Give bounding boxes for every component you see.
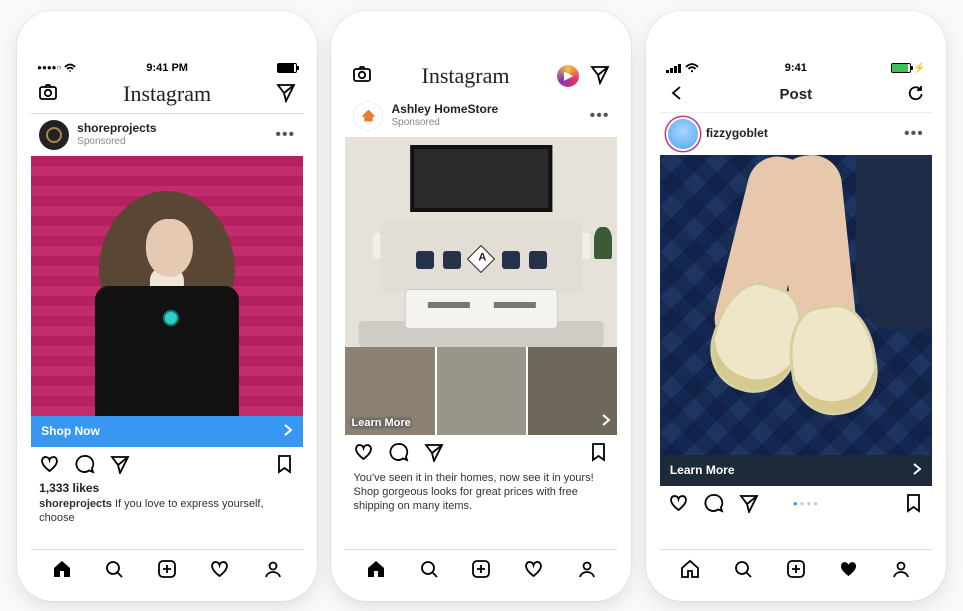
igtv-icon[interactable]: ▶ [557,65,579,87]
phone-1: ●●●●○ 9:41 PM Instagram shoreprojects Sp… [17,11,317,601]
more-options-icon[interactable]: ••• [275,126,295,144]
status-bar: ●●●●○ 9:41 PM [31,61,303,77]
sponsored-label: Sponsored [77,136,156,147]
comment-icon[interactable] [703,492,724,516]
share-icon[interactable] [109,453,130,477]
cta-button[interactable]: Shop Now [31,416,303,447]
bookmark-icon[interactable] [903,492,924,516]
bookmark-icon[interactable] [274,453,295,477]
tab-create[interactable] [785,558,807,583]
tab-home[interactable] [51,558,73,583]
signal-icon [666,64,681,73]
app-header: Instagram [31,77,303,114]
overlay-cta[interactable]: Learn More [351,417,410,429]
post-media[interactable] [31,156,303,416]
battery-icon [277,63,297,73]
tab-create[interactable] [470,558,492,583]
post-caption: You've seen it in their homes, now see i… [345,469,617,516]
like-icon[interactable] [39,453,60,477]
cta-label: Shop Now [41,424,100,438]
tab-home[interactable] [679,558,701,583]
carousel-indicator: ●●●● [793,499,820,508]
send-icon[interactable] [275,81,297,106]
charging-icon: ⚡ [913,63,925,74]
cta-button[interactable]: Learn More [660,455,932,486]
more-options-icon[interactable]: ••• [904,125,924,143]
username[interactable]: Ashley HomeStore [391,103,498,116]
likes-count[interactable]: 1,333 likes [31,481,303,495]
cta-label: Learn More [670,463,735,477]
like-icon[interactable] [353,441,374,465]
page-header: Post [660,78,932,112]
tab-activity[interactable] [209,558,231,583]
chevron-right-icon [912,463,922,478]
wifi-icon [64,63,76,73]
wifi-icon [685,63,699,73]
refresh-icon[interactable] [906,84,924,106]
tab-create[interactable] [156,558,178,583]
like-icon[interactable] [668,492,689,516]
tab-home[interactable] [365,558,387,583]
bookmark-icon[interactable] [588,441,609,465]
post-actions: ●●●● [660,486,932,520]
chevron-right-icon [283,424,293,439]
battery-icon [891,63,911,73]
instagram-logo: Instagram [422,63,510,89]
tab-activity[interactable] [523,558,545,583]
tab-profile[interactable] [890,558,912,583]
screen-2: Instagram ▶ Ashley HomeStore Sponsored •… [345,61,617,587]
comment-icon[interactable] [74,453,95,477]
post-media-grid[interactable]: Learn More [345,347,617,435]
more-options-icon[interactable]: ••• [590,107,610,125]
phone-2: Instagram ▶ Ashley HomeStore Sponsored •… [331,11,631,601]
tab-search[interactable] [418,558,440,583]
camera-icon[interactable] [351,63,373,88]
tab-bar [31,549,303,587]
chevron-right-icon [601,413,611,429]
page-title: Post [780,86,813,103]
post-caption: shoreprojects If you love to express you… [31,495,303,528]
username[interactable]: fizzygoblet [706,127,768,140]
camera-icon[interactable] [37,81,59,106]
post-actions [345,435,617,469]
share-icon[interactable] [738,492,759,516]
post-media-main[interactable] [345,137,617,347]
post-header[interactable]: Ashley HomeStore Sponsored ••• [345,95,617,137]
tab-search[interactable] [103,558,125,583]
status-time: 9:41 PM [146,62,188,74]
app-header: Instagram ▶ [345,61,617,95]
avatar[interactable] [353,101,383,131]
comment-icon[interactable] [388,441,409,465]
tab-activity[interactable] [838,558,860,583]
phone-3: 9:41 ⚡ Post fizzygoblet ••• Learn Mo [646,11,946,601]
avatar[interactable] [668,119,698,149]
post-header[interactable]: shoreprojects Sponsored ••• [31,114,303,156]
status-bar: 9:41 ⚡ [660,61,932,78]
sponsored-label: Sponsored [391,117,498,128]
tab-profile[interactable] [576,558,598,583]
tab-bar [660,549,932,587]
back-icon[interactable] [668,84,686,106]
tab-search[interactable] [732,558,754,583]
post-media[interactable] [660,155,932,455]
send-icon[interactable] [589,63,611,88]
tab-profile[interactable] [262,558,284,583]
username[interactable]: shoreprojects [77,122,156,135]
screen-1: ●●●●○ 9:41 PM Instagram shoreprojects Sp… [31,61,303,587]
instagram-logo: Instagram [123,81,211,107]
status-time: 9:41 [785,62,807,74]
post-actions [31,447,303,481]
post-header[interactable]: fizzygoblet ••• [660,112,932,155]
screen-3: 9:41 ⚡ Post fizzygoblet ••• Learn Mo [660,61,932,587]
tab-bar [345,549,617,587]
avatar[interactable] [39,120,69,150]
share-icon[interactable] [423,441,444,465]
